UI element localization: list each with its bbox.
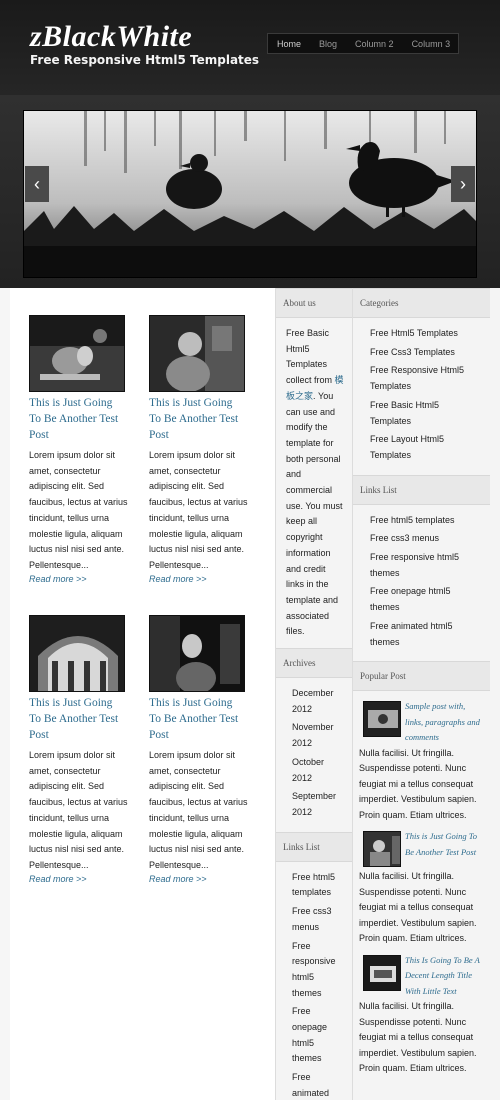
popular-post: This is Just Going To Be Another Test Po…	[358, 829, 484, 947]
main-content: This is Just Going To Be Another Test Po…	[10, 288, 276, 1100]
sidebar-middle: About us Free Basic Html5 Templates coll…	[275, 288, 352, 1100]
main-nav: Home Blog Column 2 Column 3	[267, 33, 459, 54]
archive-link[interactable]: December 2012	[286, 686, 346, 717]
post-excerpt: Lorem ipsum dolor sit amet, consectetur …	[29, 750, 128, 870]
links-list-item[interactable]: Free animated html5 themes	[286, 1070, 346, 1100]
links-list-item[interactable]: Free css3 menus	[362, 531, 481, 547]
read-more-link[interactable]: Read more >>	[29, 874, 129, 884]
nav-item-column-3[interactable]: Column 3	[403, 39, 460, 49]
right-gutter	[490, 288, 500, 1100]
post-thumbnail[interactable]	[29, 315, 125, 392]
site-header: zBlackWhite Free Responsive Html5 Templa…	[0, 0, 500, 95]
chevron-left-icon: ‹	[34, 174, 40, 194]
left-gutter	[0, 288, 10, 1100]
slider-prev-button[interactable]: ‹	[25, 166, 49, 202]
categories-widget: Free Html5 Templates Free Css3 Templates…	[353, 318, 490, 475]
post-title[interactable]: This is Just Going To Be Another Test Po…	[29, 695, 125, 743]
post-excerpt: Lorem ipsum dolor sit amet, consectetur …	[149, 450, 248, 570]
chevron-right-icon: ›	[460, 174, 466, 194]
popular-post: Sample post with, links, paragraphs and …	[358, 699, 484, 823]
popular-post-text: Nulla facilisi. Ut fringilla. Suspendiss…	[359, 871, 477, 944]
nav-item-column-2[interactable]: Column 2	[346, 39, 403, 49]
sidebar-right: Categories Free Html5 Templates Free Css…	[352, 288, 490, 1100]
popular-widget: Sample post with, links, paragraphs and …	[353, 691, 490, 1091]
site-tagline: Free Responsive Html5 Templates	[30, 53, 260, 67]
post-title[interactable]: This is Just Going To Be Another Test Po…	[29, 395, 125, 443]
post-excerpt: Lorem ipsum dolor sit amet, consectetur …	[149, 750, 248, 870]
widget-title-categories: Categories	[353, 288, 490, 318]
read-more-link[interactable]: Read more >>	[149, 574, 249, 584]
read-more-link[interactable]: Read more >>	[29, 574, 129, 584]
widget-title-archives: Archives	[276, 648, 352, 679]
site-logo[interactable]: zBlackWhite	[30, 20, 192, 54]
popular-post-text: Nulla facilisi. Ut fringilla. Suspendiss…	[359, 1001, 477, 1074]
archive-link[interactable]: October 2012	[286, 755, 346, 786]
about-text-part: Free Basic Html5 Templates collect from	[286, 328, 335, 386]
links-list-item[interactable]: Free responsive html5 themes	[286, 939, 346, 1002]
popular-post-thumbnail[interactable]	[363, 831, 401, 868]
widget-title-links: Links List	[276, 831, 352, 862]
links-widget: Free html5 templates Free css3 menus Fre…	[353, 505, 490, 662]
slider-image	[23, 110, 477, 278]
nav-item-blog[interactable]: Blog	[310, 39, 346, 49]
category-link[interactable]: Free Basic Html5 Templates	[362, 398, 481, 429]
links-list-item[interactable]: Free animated html5 themes	[362, 619, 481, 650]
links-list-item[interactable]: Free html5 templates	[286, 870, 346, 901]
popular-post: This Is Going To Be A Decent Length Titl…	[358, 953, 484, 1077]
widget-title-links: Links List	[353, 474, 490, 505]
archive-link[interactable]: September 2012	[286, 789, 346, 820]
widget-title-about: About us	[276, 288, 352, 318]
post-excerpt: Lorem ipsum dolor sit amet, consectetur …	[29, 450, 128, 570]
category-link[interactable]: Free Layout Html5 Templates	[362, 432, 481, 463]
about-text: Free Basic Html5 Templates collect from …	[286, 326, 346, 640]
popular-post-thumbnail[interactable]	[363, 701, 401, 738]
slider-next-button[interactable]: ›	[451, 166, 475, 202]
post-card: This is Just Going To Be Another Test Po…	[149, 315, 249, 584]
category-link[interactable]: Free Responsive Html5 Templates	[362, 363, 481, 394]
category-link[interactable]: Free Css3 Templates	[362, 345, 481, 361]
links-list-item[interactable]: Free css3 menus	[286, 904, 346, 935]
widget-title-popular: Popular Post	[353, 661, 490, 692]
about-widget: Free Basic Html5 Templates collect from …	[276, 318, 352, 648]
post-thumbnail[interactable]	[29, 615, 125, 692]
post-title[interactable]: This is Just Going To Be Another Test Po…	[149, 395, 245, 443]
links-list-item[interactable]: Free responsive html5 themes	[362, 550, 481, 581]
archives-widget: December 2012 November 2012 October 2012…	[276, 678, 352, 832]
read-more-link[interactable]: Read more >>	[149, 874, 249, 884]
links-list-item[interactable]: Free onepage html5 themes	[362, 584, 481, 615]
category-link[interactable]: Free Html5 Templates	[362, 326, 481, 342]
popular-post-thumbnail[interactable]	[363, 954, 401, 991]
about-text-part: . You can use and modify the template fo…	[286, 390, 343, 637]
post-card: This is Just Going To Be Another Test Po…	[29, 615, 129, 884]
post-card: This is Just Going To Be Another Test Po…	[29, 315, 129, 584]
post-thumbnail[interactable]	[149, 315, 245, 392]
post-title[interactable]: This is Just Going To Be Another Test Po…	[149, 695, 245, 743]
links-list-item[interactable]: Free html5 templates	[362, 513, 481, 529]
archive-link[interactable]: November 2012	[286, 720, 346, 751]
popular-post-text: Nulla facilisi. Ut fringilla. Suspendiss…	[359, 747, 477, 820]
links-list-item[interactable]: Free onepage html5 themes	[286, 1004, 346, 1067]
links-widget: Free html5 templates Free css3 menus Fre…	[276, 862, 352, 1100]
post-card: This is Just Going To Be Another Test Po…	[149, 615, 249, 884]
post-thumbnail[interactable]	[149, 615, 245, 692]
nav-item-home[interactable]: Home	[268, 39, 310, 49]
